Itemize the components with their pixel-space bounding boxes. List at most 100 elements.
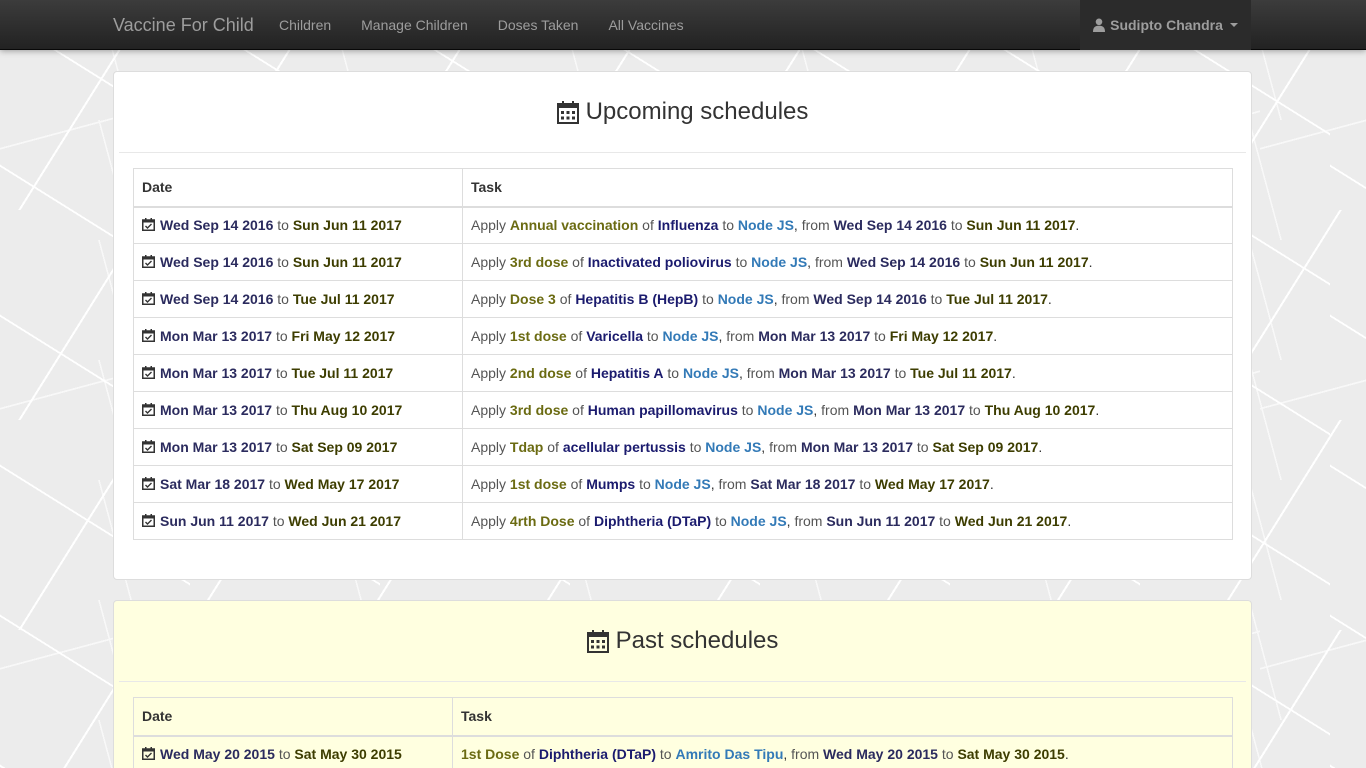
user-icon [1093, 18, 1106, 32]
to-word: to [939, 513, 951, 529]
schedule-task-cell: Apply 4rth Dose of Diphtheria (DTaP) to … [462, 502, 1233, 540]
to-word: to [275, 402, 288, 418]
apply-word: Apply [471, 291, 507, 307]
schedule-date-cell: Mon Mar 13 2017 to Sat Sep 09 2017 [133, 428, 463, 466]
child-link[interactable]: Node JS [757, 402, 813, 418]
to-word: to [735, 254, 748, 270]
of-word: of [578, 513, 591, 529]
to-word: to [874, 328, 886, 344]
vaccine-name: Inactivated poliovirus [587, 254, 732, 270]
schedule-date-cell: Sun Jun 11 2017 to Wed Jun 21 2017 [133, 502, 463, 540]
schedule-task-cell: Apply Tdap of acellular pertussis to Nod… [462, 428, 1233, 466]
calendar-check-icon [142, 292, 155, 305]
schedule-date-cell: Mon Mar 13 2017 to Thu Aug 10 2017 [133, 391, 463, 429]
to-word: to [702, 291, 714, 307]
end-date: Sat May 30 2015 [294, 746, 402, 763]
schedule-row: Sun Jun 11 2017 to Wed Jun 21 2017 Apply … [133, 502, 1233, 540]
schedule-task-cell: Apply 2nd dose of Hepatitis A to Node JS… [462, 354, 1233, 392]
start-date: Wed Sep 14 2016 [160, 254, 274, 270]
start-date: Mon Mar 13 2017 [800, 439, 914, 455]
start-date: Wed Sep 14 2016 [160, 217, 274, 234]
child-link[interactable]: Node JS [731, 513, 787, 529]
to-word: to [275, 439, 288, 455]
user-name: Sudipto Chandra [1110, 17, 1223, 33]
to-word: to [930, 291, 943, 307]
past-schedules-heading: Past schedules [119, 601, 1246, 682]
vaccine-name: Influenza [657, 217, 719, 234]
past-schedules-title: Past schedules [615, 627, 779, 654]
end-date: Sun Jun 11 2017 [292, 217, 402, 234]
apply-word: Apply [471, 402, 507, 418]
child-link[interactable]: Node JS [655, 476, 711, 492]
to-word: to [941, 746, 954, 763]
schedule-date-cell: Wed May 20 2015 to Sat May 30 2015 [133, 735, 453, 768]
from-word: from [791, 746, 820, 763]
end-date: Fri May 12 2017 [889, 328, 994, 344]
child-link[interactable]: Node JS [663, 328, 719, 344]
caret-down-icon [1229, 23, 1238, 27]
child-link[interactable]: Node JS [718, 291, 774, 307]
past-schedules-table: Date Task Wed May 20 2015 to Sat May 30 … [133, 697, 1233, 768]
navbar: Vaccine For Child Children Manage Childr… [0, 0, 1366, 50]
nav-link-doses-taken[interactable]: Doses Taken [483, 0, 594, 50]
child-link[interactable]: Amrito Das Tipu [676, 746, 784, 762]
end-date: Tue Jul 11 2017 [910, 365, 1012, 381]
nav-link-children[interactable]: Children [264, 0, 346, 50]
to-word: to [277, 291, 289, 307]
to-word: to [859, 476, 872, 492]
start-date: Wed Sep 14 2016 [833, 217, 947, 234]
end-date: Tue Jul 11 2017 [292, 291, 395, 307]
nav-link-manage-children[interactable]: Manage Children [346, 0, 483, 50]
to-word: to [894, 365, 907, 381]
child-link[interactable]: Node JS [683, 365, 739, 381]
apply-word: Apply [471, 365, 507, 381]
schedule-date-cell: Wed Sep 14 2016 to Tue Jul 11 2017 [133, 280, 463, 318]
calendar-icon [586, 629, 609, 653]
apply-word: Apply [471, 254, 507, 270]
nav-link-all-vaccines[interactable]: All Vaccines [593, 0, 698, 50]
child-link[interactable]: Node JS [751, 254, 807, 270]
start-date: Wed May 20 2015 [160, 746, 275, 763]
vaccine-name: Hepatitis A [590, 365, 664, 381]
from-word: from [726, 328, 755, 344]
from-word: from [781, 291, 810, 307]
to-word: to [667, 365, 680, 381]
to-word: to [272, 513, 285, 529]
calendar-check-icon [142, 218, 155, 232]
schedule-row: Wed Sep 14 2016 to Sun Jun 11 2017 Apply … [133, 206, 1233, 244]
vaccine-name: Hepatitis B (HepB) [575, 291, 699, 307]
end-date: Tue Jul 11 2017 [946, 291, 1048, 307]
from-word: from [794, 513, 823, 529]
end-date: Thu Aug 10 2017 [984, 402, 1096, 418]
child-link[interactable]: Node JS [705, 439, 761, 455]
dose-name: Dose 3 [509, 291, 556, 307]
child-link[interactable]: Node JS [738, 217, 794, 233]
to-word: to [916, 439, 929, 455]
start-date: Sun Jun 11 2017 [160, 513, 269, 529]
calendar-check-icon [142, 255, 155, 268]
schedule-row: Wed Sep 14 2016 to Sun Jun 11 2017 Apply … [133, 243, 1233, 281]
calendar-check-icon [142, 440, 155, 453]
to-word: to [646, 328, 659, 344]
start-date: Mon Mar 13 2017 [160, 439, 273, 455]
to-word: to [715, 513, 727, 529]
calendar-check-icon [142, 477, 155, 490]
schedule-row: Mon Mar 13 2017 to Thu Aug 10 2017 Apply … [133, 391, 1233, 429]
start-date: Wed Sep 14 2016 [160, 291, 274, 307]
calendar-check-icon [142, 403, 155, 416]
brand-link[interactable]: Vaccine For Child [113, 0, 254, 50]
task-column-header: Task [462, 168, 1233, 208]
end-date: Tue Jul 11 2017 [291, 365, 394, 381]
to-word: to [741, 402, 754, 418]
end-date: Wed Jun 21 2017 [954, 513, 1068, 529]
vaccine-name: Diphtheria (DTaP) [593, 513, 712, 529]
start-date: Mon Mar 13 2017 [758, 328, 871, 344]
of-word: of [547, 439, 559, 455]
user-menu-dropdown[interactable]: Sudipto Chandra [1080, 0, 1251, 50]
to-word: to [268, 476, 281, 492]
from-word: from [746, 365, 775, 381]
date-column-header: Date [133, 168, 463, 208]
apply-word: Apply [471, 217, 507, 234]
end-date: Fri May 12 2017 [291, 328, 396, 344]
to-word: to [689, 439, 702, 455]
